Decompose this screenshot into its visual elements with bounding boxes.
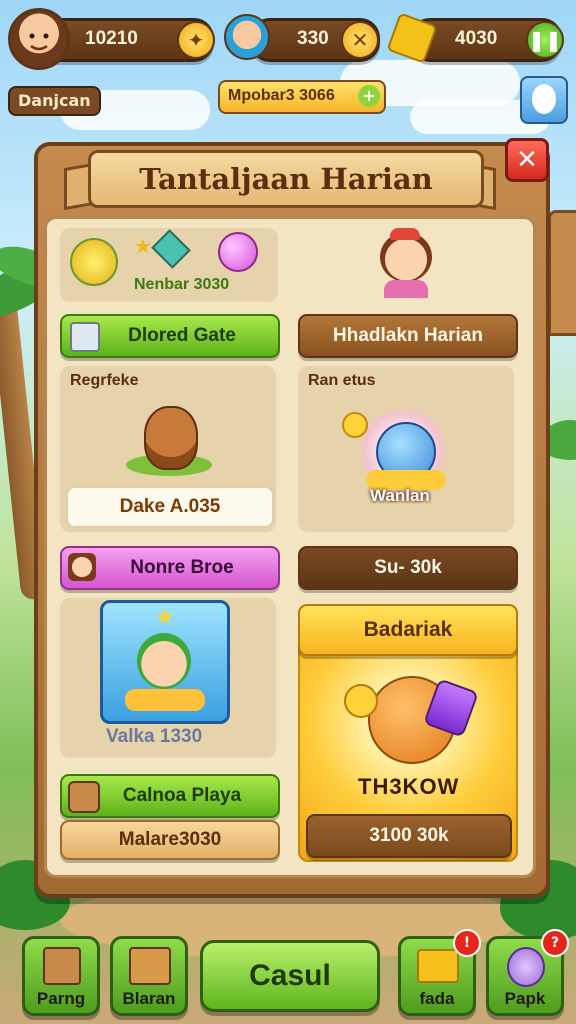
plus-icon: + [358,85,380,107]
add-gems-button[interactable]: ✕ [341,21,379,59]
dlored-gate-button[interactable]: Dlored Gate [60,314,280,358]
nav-casul-label: Casul [249,959,331,992]
reward-banner-text: Mpobar3 3066 [228,87,335,104]
daily-challenge-button[interactable]: Hhadlakn Harian [298,314,518,358]
featured-price-button[interactable]: 3100 30k [306,814,512,858]
add-coins-button[interactable]: ✦ [177,21,215,59]
ghost-icon [532,84,556,114]
nav-blaran-label: Blaran [122,989,176,1008]
star-icon: ★ [134,234,152,258]
close-icon: ✕ [516,145,538,175]
su-30k-label: Su- 30k [374,557,442,578]
malare-label: Malare3030 [118,829,222,850]
hero-face-icon [137,633,191,689]
notification-badge: ! [453,929,481,957]
face-icon [29,33,49,51]
cross-icon: ✕ [351,28,369,52]
pause-icon: ❚❚ [528,28,562,52]
hut [548,210,576,336]
girl-character [374,228,438,298]
rewards-value: Nenbar 3030 [134,276,230,293]
gem-icon [151,229,191,269]
add-energy-button[interactable]: ❚❚ [526,21,564,59]
daily-challenge-label: Hhadlakn Harian [333,325,483,346]
player-avatar[interactable] [8,8,70,70]
featured-price: 3100 30k [369,825,449,846]
lemon-icon [344,684,378,718]
dlored-gate-label: Dlored Gate [128,325,236,346]
character-face-icon [224,14,270,60]
nav-parng-button[interactable]: Parng [22,936,100,1016]
hero-card[interactable]: ★ Valka 1330 [60,598,276,758]
nav-fada-button[interactable]: ! fada [398,929,481,1016]
bear-icon [144,406,198,470]
nonre-broe-button[interactable]: Nonre Broe [60,546,280,590]
nav-fada-label: fada [419,989,455,1008]
star-icon: ✦ [187,28,205,52]
character-icon [68,781,100,813]
featured-name: TH3KOW [358,774,460,799]
su-30k-button[interactable]: Su- 30k [298,546,518,590]
sun-character-icon [70,238,118,286]
panel-title: Tantaljaan Harian [88,150,484,208]
nonre-broe-label: Nonre Broe [130,557,234,578]
coin-value: 10210 [85,28,138,49]
nav-papk-label: Papk [504,989,546,1008]
calnoa-playa-label: Calnoa Playa [122,785,242,806]
dice-icon [70,322,100,352]
gold-bars-icon [417,949,459,983]
close-button[interactable]: ✕ [505,138,549,182]
nav-papk-button[interactable]: ? Papk [486,929,569,1016]
coin-icon [342,412,368,438]
profile-button[interactable] [520,76,568,124]
hat-icon [390,228,420,240]
purple-pet-icon [507,947,545,987]
gem-value: 330 [297,28,329,49]
candy-icon [218,232,258,272]
creature-card-title: Ran etus [308,372,376,389]
creature-card-value: Wanlan [370,486,430,505]
nav-casul-button[interactable]: Casul [200,940,380,1012]
bear-card-value-box: Dake A.035 [66,486,274,528]
hero-portrait: ★ [100,600,230,724]
chest-icon [129,947,171,985]
featured-title: Badariak [363,618,453,641]
featured-offer-card[interactable]: Badariak TH3KOW 3100 30k [298,604,518,862]
reward-banner[interactable]: Mpobar3 3066 + [218,80,386,114]
help-badge: ? [541,929,569,957]
hero-body [125,689,205,711]
nav-blaran-button[interactable]: Blaran [110,936,188,1016]
portrait-icon [68,553,96,581]
nav-parng-label: Parng [36,989,86,1008]
malare-button[interactable]: Malare3030 [60,820,280,860]
shirt-icon [384,280,428,298]
crate-icon [43,947,81,985]
star-icon: ★ [155,605,175,630]
featured-title-bar: Badariak [298,604,518,656]
calnoa-playa-button[interactable]: Calnoa Playa [60,774,280,818]
bear-reward-card[interactable]: Regrfeke Dake A.035 [60,366,276,532]
bear-card-value: Dake A.035 [119,496,221,517]
bear-card-title: Regrfeke [70,372,139,389]
creature-reward-card[interactable]: Ran etus Wanlan [298,366,514,532]
hero-card-value: Valka 1330 [106,726,203,747]
energy-value: 4030 [455,28,498,49]
rewards-card: ★ Nenbar 3030 [60,228,278,302]
player-name-tag: Danjcan [8,86,101,116]
